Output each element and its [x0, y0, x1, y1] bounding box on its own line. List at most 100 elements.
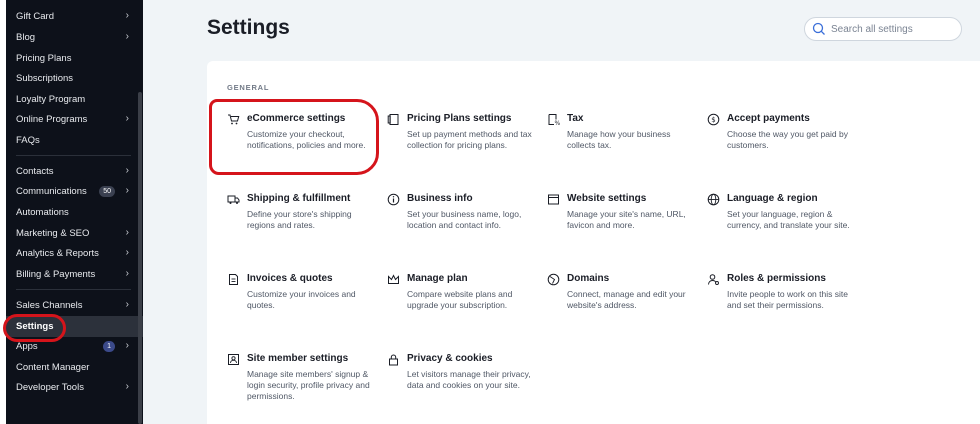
count-badge: 1 — [103, 341, 115, 352]
sidebar-item-developer-tools[interactable]: Developer Tools › — [6, 377, 143, 398]
setting-tile-privacy-cookies[interactable]: Privacy & cookies Let visitors manage th… — [387, 353, 537, 403]
sidebar-item-content-manager[interactable]: Content Manager — [6, 357, 143, 378]
sidebar-item-gift-card[interactable]: Gift Card › — [6, 6, 143, 27]
tile-title: Roles & permissions — [727, 273, 826, 284]
tile-title: Shipping & fulfillment — [247, 193, 351, 204]
tile-description: Set your business name, logo, location a… — [407, 209, 522, 230]
sidebar-divider — [16, 289, 131, 290]
tile-title: Site member settings — [247, 353, 349, 364]
sidebar-item-analytics-reports[interactable]: Analytics & Reports › — [6, 243, 143, 264]
sidebar-item-label: Gift Card — [16, 11, 55, 22]
chevron-right-icon: › — [125, 165, 129, 176]
search-icon — [812, 22, 825, 35]
sidebar-item-label: Sales Channels — [16, 300, 83, 311]
setting-tile-domains[interactable]: Domains Connect, manage and edit your we… — [547, 273, 697, 323]
sidebar-scrollbar[interactable] — [138, 92, 142, 424]
sidebar-item-label: Marketing & SEO — [16, 228, 90, 239]
tile-title: Business info — [407, 193, 473, 204]
chevron-right-icon: › — [125, 340, 129, 351]
chevron-right-icon: › — [125, 113, 129, 124]
tile-title: Domains — [567, 273, 610, 284]
setting-tile-website-settings[interactable]: Website settings Manage your site's name… — [547, 193, 697, 243]
search-input[interactable]: Search all settings — [804, 17, 962, 41]
sidebar-item-marketing-seo[interactable]: Marketing & SEO › — [6, 223, 143, 244]
sidebar-item-label: Billing & Payments — [16, 269, 96, 280]
sidebar-item-subscriptions[interactable]: Subscriptions — [6, 68, 143, 89]
count-badge: 50 — [99, 186, 115, 197]
setting-tile-site-members[interactable]: Site member settings Manage site members… — [227, 353, 377, 413]
roles-icon — [708, 274, 719, 285]
chevron-right-icon: › — [125, 268, 129, 279]
sidebar-item-communications[interactable]: Communications 50 › — [6, 181, 143, 202]
pricing-plans-icon — [387, 114, 399, 125]
member-icon — [228, 354, 239, 365]
chevron-right-icon: › — [125, 10, 129, 21]
tile-description: Set your language, region & currency, an… — [727, 209, 850, 230]
tile-description: Choose the way you get paid by customers… — [727, 129, 848, 150]
payments-icon: $ — [707, 113, 720, 126]
svg-text:%: % — [555, 120, 561, 126]
chevron-right-icon: › — [125, 227, 129, 238]
sidebar-item-label: Online Programs — [16, 114, 88, 125]
sidebar-item-label: Content Manager — [16, 362, 90, 373]
tile-description: Manage your site's name, URL, favicon an… — [567, 209, 686, 230]
setting-tile-manage-plan[interactable]: Manage plan Compare website plans and up… — [387, 273, 537, 323]
tile-title: Manage plan — [407, 273, 468, 284]
annotation-highlight-settings — [3, 314, 66, 342]
sidebar-item-blog[interactable]: Blog › — [6, 27, 143, 48]
sidebar-item-pricing-plans[interactable]: Pricing Plans — [6, 48, 143, 69]
sidebar-item-label: Contacts — [16, 166, 54, 177]
sidebar-item-faqs[interactable]: FAQs — [6, 130, 143, 151]
tile-description: Set up payment methods and tax collectio… — [407, 129, 532, 150]
section-label: GENERAL — [227, 83, 270, 92]
tile-title: Tax — [567, 113, 584, 124]
setting-tile-roles-permissions[interactable]: Roles & permissions Invite people to wor… — [707, 273, 857, 323]
setting-tile-language-region[interactable]: Language & region Set your language, reg… — [707, 193, 857, 243]
chevron-right-icon: › — [125, 185, 129, 196]
sidebar-item-contacts[interactable]: Contacts › — [6, 161, 143, 182]
browser-window-icon — [548, 194, 559, 205]
setting-tile-business-info[interactable]: Business info Set your business name, lo… — [387, 193, 537, 243]
annotation-highlight-ecommerce — [209, 99, 379, 175]
sidebar-item-label: Developer Tools — [16, 382, 84, 393]
sidebar-item-loyalty-program[interactable]: Loyalty Program — [6, 89, 143, 110]
tax-icon: % — [548, 114, 561, 126]
crown-icon — [388, 274, 399, 284]
sidebar-item-label: Loyalty Program — [16, 94, 86, 105]
tile-description: Define your store's shipping regions and… — [247, 209, 352, 230]
sidebar-divider — [16, 155, 131, 156]
sidebar-item-label: Communications — [16, 186, 87, 197]
sidebar-item-label: Automations — [16, 207, 69, 218]
chevron-right-icon: › — [125, 31, 129, 42]
sidebar-item-online-programs[interactable]: Online Programs › — [6, 109, 143, 130]
domain-icon — [547, 273, 560, 286]
search-placeholder: Search all settings — [831, 23, 913, 35]
sidebar: Gift Card › Blog › Pricing Plans Subscript… — [0, 0, 143, 424]
sidebar-item-label: Blog — [16, 32, 36, 43]
sidebar-item-label: Subscriptions — [16, 73, 74, 84]
sidebar-item-automations[interactable]: Automations — [6, 202, 143, 223]
chevron-right-icon: › — [125, 381, 129, 392]
sidebar-item-billing-payments[interactable]: Billing & Payments › — [6, 264, 143, 285]
tile-title: Website settings — [567, 193, 647, 204]
chevron-right-icon: › — [125, 247, 129, 258]
tile-title: Pricing Plans settings — [407, 113, 512, 124]
sidebar-item-sales-channels[interactable]: Sales Channels › — [6, 295, 143, 316]
tile-description: Customize your invoices and quotes. — [247, 289, 356, 310]
tile-title: Accept payments — [727, 113, 810, 124]
tile-description: Manage how your business collects tax. — [567, 129, 671, 150]
svg-text:$: $ — [711, 116, 715, 124]
lock-icon — [389, 354, 398, 366]
sidebar-item-label: Apps — [16, 341, 38, 352]
page-title: Settings — [207, 16, 290, 39]
setting-tile-shipping[interactable]: Shipping & fulfillment Define your store… — [227, 193, 377, 243]
sidebar-item-label: Analytics & Reports — [16, 248, 99, 259]
setting-tile-pricing-plans[interactable]: Pricing Plans settings Set up payment me… — [387, 113, 537, 163]
invoice-icon — [229, 274, 238, 285]
chevron-right-icon: › — [125, 299, 129, 310]
setting-tile-accept-payments[interactable]: $ Accept payments Choose the way you get… — [707, 113, 857, 163]
setting-tile-tax[interactable]: % Tax Manage how your business collects … — [547, 113, 697, 163]
sidebar-item-label: FAQs — [16, 135, 40, 146]
truck-icon — [227, 195, 240, 204]
setting-tile-invoices[interactable]: Invoices & quotes Customize your invoice… — [227, 273, 377, 323]
